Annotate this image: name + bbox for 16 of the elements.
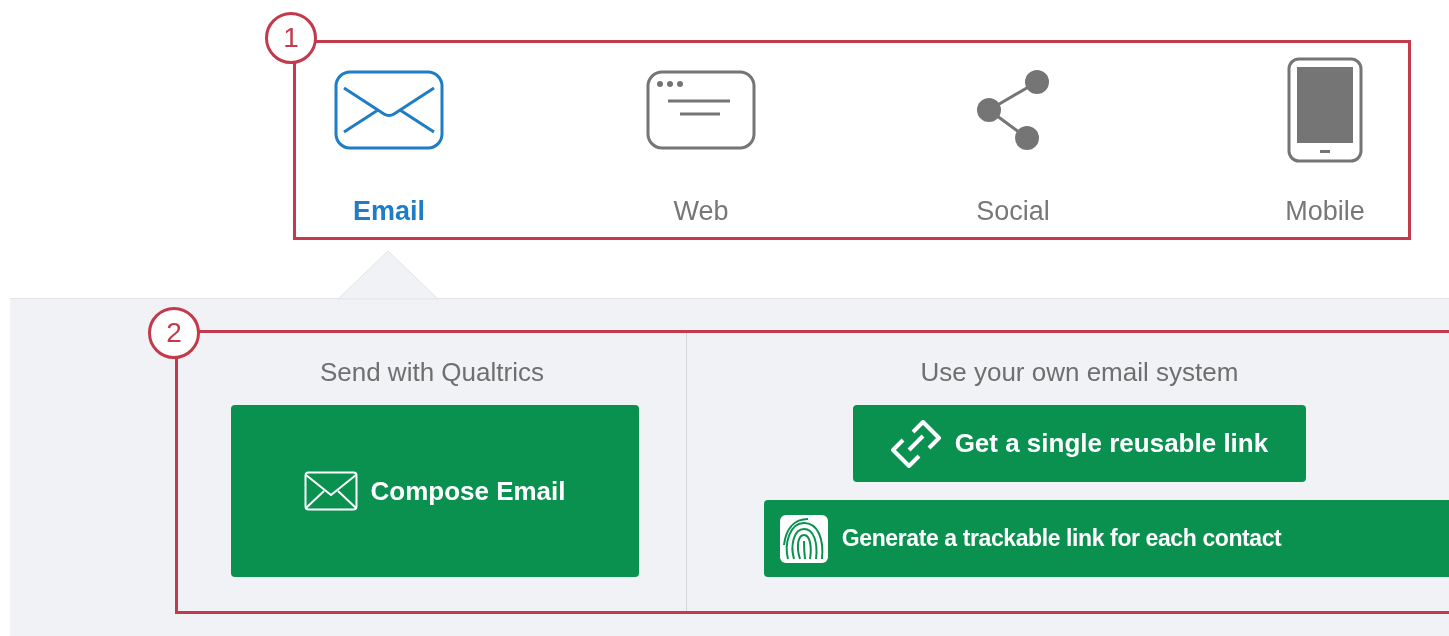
browser-window-icon <box>646 70 756 150</box>
tablet-icon <box>1287 57 1363 163</box>
chain-link-icon <box>890 419 943 468</box>
channel-tab[interactable]: Web <box>621 43 781 226</box>
envelope-icon <box>334 70 444 150</box>
fingerprint-icon <box>779 514 828 563</box>
section-heading: Use your own email system <box>920 357 1239 387</box>
channel-tab[interactable]: Mobile <box>1245 43 1405 226</box>
channel-tab[interactable]: Social <box>933 43 1093 226</box>
action-button[interactable]: Get a single reusable link <box>852 405 1306 482</box>
envelope-icon <box>304 471 359 511</box>
callout-number: 1 <box>265 12 317 64</box>
callout-number: 2 <box>148 307 200 359</box>
action-button[interactable]: Generate a trackable link for each contact <box>763 500 1449 577</box>
section-heading: Send with Qualtrics <box>319 357 544 387</box>
action-button[interactable]: Compose Email <box>231 405 639 577</box>
